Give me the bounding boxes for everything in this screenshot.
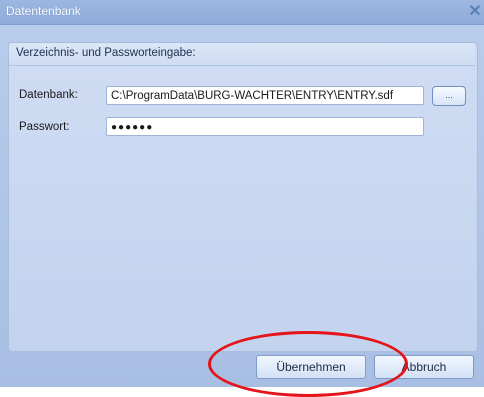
database-path-input[interactable]: C:\ProgramData\BURG-WACHTER\ENTRY\ENTRY.… — [106, 86, 424, 105]
apply-button[interactable]: Übernehmen — [256, 355, 366, 379]
title-bar: Datentenbank ✕ — [0, 0, 484, 25]
password-input[interactable]: ●●●●●● — [106, 117, 424, 136]
close-icon[interactable]: ✕ — [466, 2, 484, 22]
database-label: Datenbank: — [19, 89, 78, 101]
password-label: Passwort: — [19, 121, 70, 133]
cancel-button[interactable]: Abbruch — [374, 355, 474, 379]
group-title: Verzeichnis- und Passworteingabe: — [16, 47, 196, 59]
dialog-title: Datentenbank — [6, 4, 81, 18]
database-dialog: Datentenbank ✕ Verzeichnis- und Passwort… — [0, 0, 484, 397]
browse-button[interactable]: ... — [432, 86, 466, 106]
